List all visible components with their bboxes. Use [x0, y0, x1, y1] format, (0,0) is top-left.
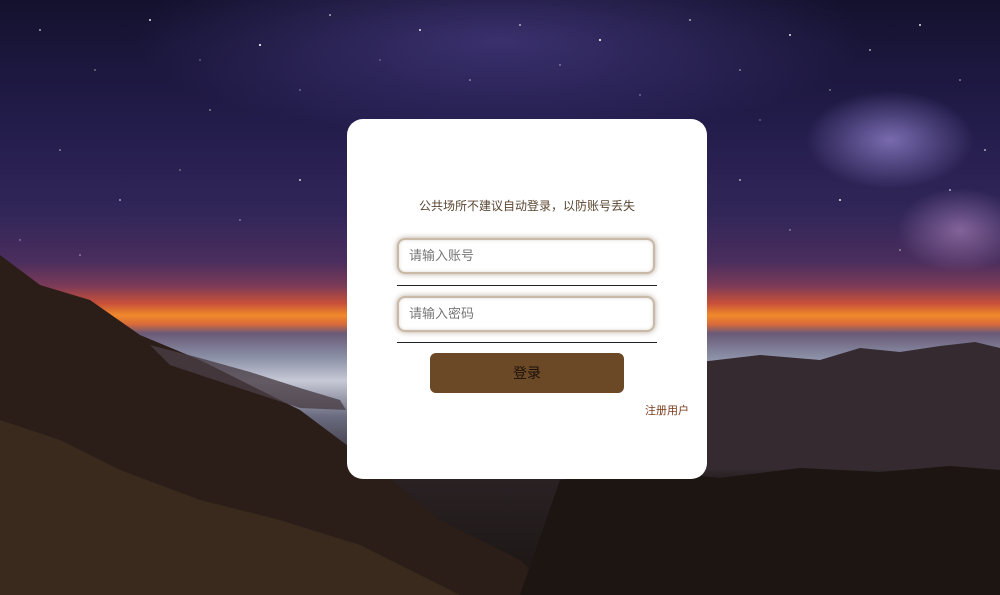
username-field[interactable]	[397, 238, 655, 274]
login-notice: 公共场所不建议自动登录，以防账号丢失	[418, 199, 635, 213]
password-input[interactable]	[399, 298, 653, 330]
register-link[interactable]: 注册用户	[645, 402, 689, 418]
username-input[interactable]	[399, 240, 653, 272]
password-field[interactable]	[397, 296, 655, 332]
login-button[interactable]: 登录	[430, 353, 624, 393]
login-card: 公共场所不建议自动登录，以防账号丢失 登录 注册用户	[347, 119, 707, 479]
username-underline	[397, 285, 657, 286]
password-underline	[397, 342, 657, 343]
